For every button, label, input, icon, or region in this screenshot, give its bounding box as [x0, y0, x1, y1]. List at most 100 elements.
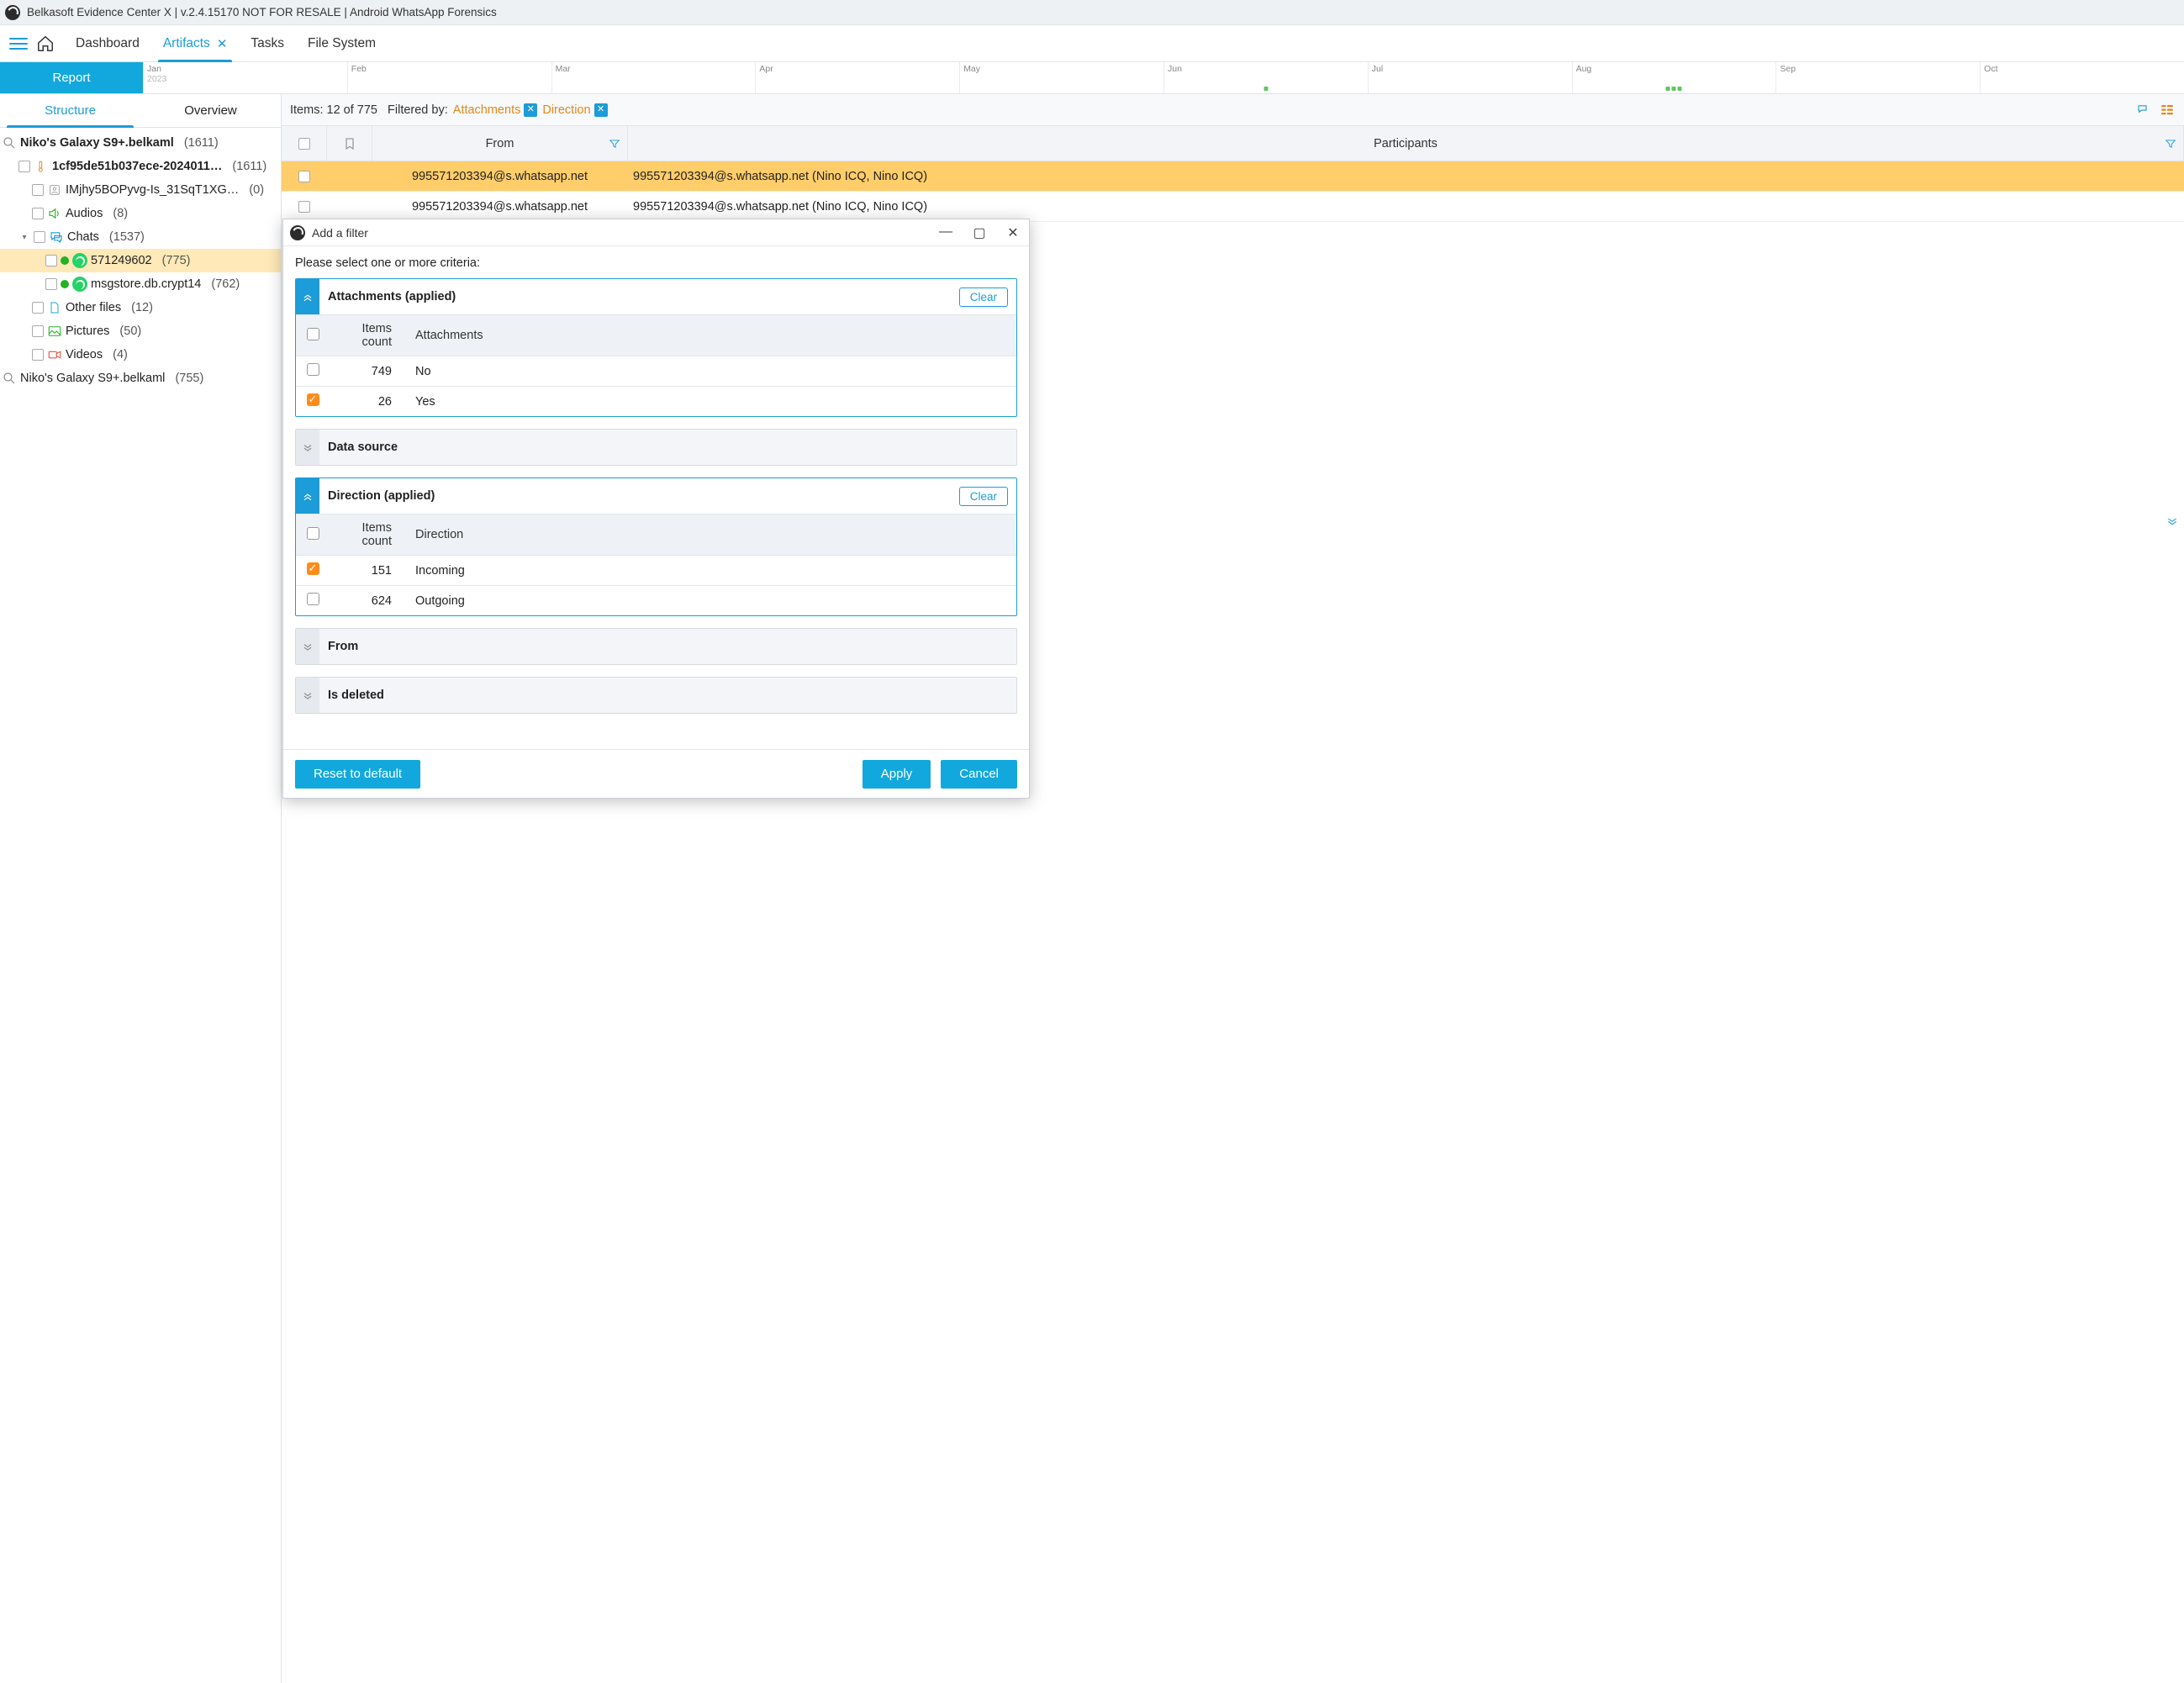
option-count: 26	[330, 387, 407, 417]
tab-artifacts[interactable]: Artifacts ✕	[151, 25, 240, 61]
tree-chat-thread[interactable]: msgstore.db.crypt14 (762)	[0, 272, 281, 296]
expand-handle-icon[interactable]	[296, 678, 319, 713]
reset-button[interactable]: Reset to default	[295, 760, 420, 789]
timeline-month[interactable]: Mar	[551, 62, 756, 93]
collapse-handle-icon[interactable]	[296, 478, 319, 514]
expand-handle-icon[interactable]	[296, 629, 319, 664]
timeline-month[interactable]: Jul	[1368, 62, 1572, 93]
tree-checkbox[interactable]	[32, 208, 44, 219]
select-all-checkbox[interactable]	[307, 328, 319, 340]
section-header[interactable]: Direction (applied) Clear	[296, 478, 1016, 514]
clear-button[interactable]: Clear	[959, 487, 1008, 506]
col-items-count[interactable]: Items count	[330, 315, 407, 356]
filter-option-row[interactable]: 749 No	[296, 356, 1016, 387]
tree-audios[interactable]: Audios (8)	[0, 202, 281, 225]
timeline-month[interactable]: Apr	[755, 62, 959, 93]
tree-root[interactable]: Niko's Galaxy S9+.belkaml (755)	[0, 367, 281, 390]
tab-filesystem[interactable]: File System	[296, 25, 388, 61]
maximize-icon[interactable]: ▢	[970, 224, 989, 241]
close-icon[interactable]: ✕	[1004, 224, 1022, 241]
tree-checkbox[interactable]	[34, 231, 45, 243]
section-header[interactable]: From	[296, 629, 1016, 664]
close-tab-icon[interactable]: ✕	[217, 36, 228, 51]
grid-header-bookmark[interactable]	[327, 126, 372, 161]
tree-count: (50)	[119, 324, 141, 338]
tab-tasks[interactable]: Tasks	[239, 25, 296, 61]
tree-root[interactable]: Niko's Galaxy S9+.belkaml (1611)	[0, 131, 281, 155]
cancel-button[interactable]: Cancel	[941, 760, 1017, 789]
apply-button[interactable]: Apply	[863, 760, 931, 789]
grid-view-icon[interactable]	[2159, 102, 2176, 119]
whatsapp-icon	[72, 277, 87, 292]
collapse-icon[interactable]: ▾	[18, 233, 30, 242]
remove-chip-icon[interactable]: ✕	[524, 103, 537, 117]
grid-header-checkbox[interactable]	[282, 126, 327, 161]
filter-option-row[interactable]: 624 Outgoing	[296, 586, 1016, 616]
tree-other-files[interactable]: Other files (12)	[0, 296, 281, 319]
option-checkbox[interactable]	[307, 562, 319, 575]
col-items-count[interactable]: Items count	[330, 514, 407, 556]
row-checkbox[interactable]	[298, 201, 310, 213]
column-filter-icon[interactable]	[609, 138, 620, 150]
chat-view-icon[interactable]	[2135, 102, 2152, 119]
option-checkbox[interactable]	[307, 393, 319, 406]
option-value: Outgoing	[407, 586, 1016, 616]
panel-collapse-icon[interactable]	[2166, 513, 2179, 528]
select-all-checkbox[interactable]	[307, 527, 319, 540]
left-tab-structure[interactable]: Structure	[0, 94, 140, 127]
menu-icon[interactable]	[7, 32, 30, 55]
option-checkbox[interactable]	[307, 593, 319, 605]
grid-row[interactable]: 995571203394@s.whatsapp.net 995571203394…	[282, 192, 2184, 222]
tree-case[interactable]: 1cf95de51b037ece-2024011… (1611)	[0, 155, 281, 178]
timeline-month[interactable]: May	[959, 62, 1163, 93]
filter-chip-direction[interactable]: Direction✕	[542, 103, 607, 117]
grid-row[interactable]: 995571203394@s.whatsapp.net 995571203394…	[282, 161, 2184, 192]
timeline-month[interactable]: Jan2023	[143, 62, 347, 93]
tree-label: Pictures	[66, 324, 109, 338]
filter-chip-attachments[interactable]: Attachments✕	[453, 103, 538, 117]
tree-checkbox[interactable]	[32, 302, 44, 314]
tree-chats[interactable]: ▾ Chats (1537)	[0, 225, 281, 249]
section-title: Data source	[328, 441, 398, 454]
home-icon[interactable]	[34, 32, 57, 55]
row-checkbox[interactable]	[298, 171, 310, 182]
remove-chip-icon[interactable]: ✕	[594, 103, 608, 117]
expand-handle-icon[interactable]	[296, 430, 319, 465]
clear-button[interactable]: Clear	[959, 288, 1008, 307]
timeline-month[interactable]: Jun	[1163, 62, 1368, 93]
report-button[interactable]: Report	[0, 62, 143, 93]
tree-checkbox[interactable]	[45, 278, 57, 290]
timeline[interactable]: Jan2023 Feb Mar Apr May Jun Jul Aug Sep …	[143, 62, 2184, 93]
timeline-month[interactable]: Feb	[347, 62, 551, 93]
timeline-month[interactable]: Sep	[1775, 62, 1980, 93]
option-checkbox[interactable]	[307, 363, 319, 376]
minimize-icon[interactable]: —	[936, 224, 955, 241]
filter-option-row[interactable]: 151 Incoming	[296, 556, 1016, 586]
col-value[interactable]: Direction	[407, 514, 1016, 556]
tree-checkbox[interactable]	[32, 325, 44, 337]
tree-checkbox[interactable]	[32, 184, 44, 196]
section-header[interactable]: Is deleted	[296, 678, 1016, 713]
section-header[interactable]: Data source	[296, 430, 1016, 465]
grid-header-participants[interactable]: Participants	[628, 126, 2184, 161]
status-dot-icon	[61, 280, 69, 288]
section-header[interactable]: Attachments (applied) Clear	[296, 279, 1016, 314]
magnifier-icon	[2, 371, 17, 386]
timeline-month[interactable]: Aug	[1572, 62, 1776, 93]
dialog-titlebar[interactable]: Add a filter — ▢ ✕	[283, 219, 1029, 246]
col-value[interactable]: Attachments	[407, 315, 1016, 356]
tree-chat-thread[interactable]: 571249602 (775)	[0, 249, 281, 272]
column-filter-icon[interactable]	[2165, 138, 2176, 150]
tree-image-node[interactable]: IMjhy5BOPyvg-Is_31SqT1XG… (0)	[0, 178, 281, 202]
left-tab-overview[interactable]: Overview	[140, 94, 281, 127]
collapse-handle-icon[interactable]	[296, 279, 319, 314]
filter-option-row[interactable]: 26 Yes	[296, 387, 1016, 417]
tree-pictures[interactable]: Pictures (50)	[0, 319, 281, 343]
tree-checkbox[interactable]	[32, 349, 44, 361]
tab-dashboard[interactable]: Dashboard	[64, 25, 151, 61]
timeline-month[interactable]: Oct	[1980, 62, 2184, 93]
tree-checkbox[interactable]	[18, 161, 30, 172]
tree-videos[interactable]: Videos (4)	[0, 343, 281, 367]
grid-header-from[interactable]: From	[372, 126, 628, 161]
tree-checkbox[interactable]	[45, 255, 57, 266]
